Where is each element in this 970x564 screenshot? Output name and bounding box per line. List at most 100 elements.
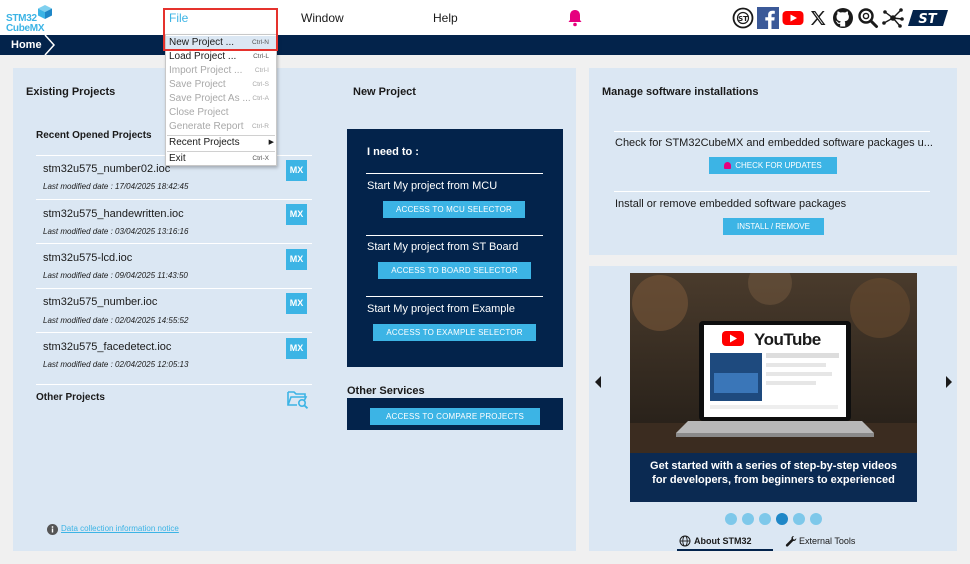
other-projects-title: Other Projects <box>36 392 105 403</box>
recent-project-name[interactable]: stm32u575_number02.ioc <box>43 163 170 175</box>
tab-about-label: About STM32 <box>694 536 752 546</box>
top-bar: STM32 CubeMX File Window Help ST ST <box>0 0 970 35</box>
menu-item-label: Generate Report <box>169 121 244 132</box>
carousel-dot[interactable] <box>725 513 737 525</box>
recent-project-date: Last modified date : 02/04/2025 12:05:13 <box>43 360 189 369</box>
menu-item-recent-projects[interactable]: Recent Projects ▶ <box>166 136 276 150</box>
existing-projects-title: Existing Projects <box>26 86 116 98</box>
check-updates-button[interactable]: CHECK FOR UPDATES <box>709 157 837 174</box>
data-collection-notice-link[interactable]: Data collection information notice <box>61 524 179 533</box>
new-project-box: I need to : Start My project from MCU AC… <box>347 129 563 367</box>
carousel-prev-arrow[interactable] <box>593 375 603 389</box>
menu-item-import-project[interactable]: Import Project ... Ctrl-I <box>166 64 276 78</box>
menu-item-label: Load Project ... <box>169 51 237 62</box>
recent-project-date: Last modified date : 03/04/2025 13:16:16 <box>43 227 189 236</box>
st-logo[interactable]: ST <box>907 7 949 29</box>
wrench-icon <box>785 535 797 547</box>
menu-item-label: Import Project ... <box>169 65 243 76</box>
video-thumbnail[interactable]: YouTube Get started with a series of ste… <box>630 273 917 502</box>
projects-panel: Existing Projects Recent Opened Projects… <box>13 68 576 551</box>
carousel-next-arrow[interactable] <box>944 375 954 389</box>
menu-item-save-project-as[interactable]: Save Project As ... Ctrl-A <box>166 92 276 106</box>
recent-project-name[interactable]: stm32u575_handewritten.ioc <box>43 208 184 220</box>
menu-item-label: Save Project As ... <box>169 93 251 104</box>
mcu-selector-button[interactable]: ACCESS TO MCU SELECTOR <box>383 201 525 218</box>
breadcrumb-arrow <box>44 35 56 55</box>
manage-software-title: Manage software installations <box>602 86 759 98</box>
file-menu-dropdown: New Project ... Ctrl-N Load Project ... … <box>165 34 277 166</box>
open-mx-button[interactable]: MX <box>286 160 307 181</box>
folder-search-icon[interactable] <box>287 389 309 409</box>
board-selector-button[interactable]: ACCESS TO BOARD SELECTOR <box>378 262 531 279</box>
start-from-example-label: Start My project from Example <box>367 303 515 315</box>
shortcut-label: Ctrl-X <box>252 155 269 162</box>
check-updates-label: CHECK FOR UPDATES <box>735 161 822 170</box>
carousel-panel: YouTube Get started with a series of ste… <box>589 266 957 551</box>
carousel-dot[interactable] <box>742 513 754 525</box>
menu-item-label: Exit <box>169 153 186 164</box>
other-services-title: Other Services <box>347 385 425 397</box>
caption-line-1: Get started with a series of step-by-ste… <box>650 460 897 472</box>
other-services-box: ACCESS TO COMPARE PROJECTS <box>347 398 563 430</box>
menu-item-exit[interactable]: Exit Ctrl-X <box>166 152 276 166</box>
shortcut-label: Ctrl-R <box>252 123 269 130</box>
recent-project-name[interactable]: stm32u575_facedetect.ioc <box>43 341 171 353</box>
need-to-label: I need to : <box>367 146 419 158</box>
github-icon[interactable] <box>832 7 854 29</box>
menu-item-label: Save Project <box>169 79 226 90</box>
open-mx-button[interactable]: MX <box>286 338 307 359</box>
menu-item-save-project[interactable]: Save Project Ctrl-S <box>166 78 276 92</box>
carousel-dot[interactable] <box>759 513 771 525</box>
carousel-dot[interactable] <box>793 513 805 525</box>
new-project-title: New Project <box>353 86 416 98</box>
recent-project-date: Last modified date : 09/04/2025 11:43:50 <box>43 271 188 280</box>
st-community-icon[interactable]: ST <box>732 7 754 29</box>
caption-line-2: for developers, from beginners to experi… <box>652 474 895 486</box>
menu-window[interactable]: Window <box>301 11 344 25</box>
open-mx-button[interactable]: MX <box>286 204 307 225</box>
recent-project-date: Last modified date : 02/04/2025 14:55:52 <box>43 316 189 325</box>
install-remove-text: Install or remove embedded software pack… <box>615 198 847 210</box>
home-page: Existing Projects Recent Opened Projects… <box>0 55 970 564</box>
facebook-icon[interactable] <box>757 7 779 29</box>
logo-text-line2: CubeMX <box>6 23 45 34</box>
divider <box>366 173 543 174</box>
svg-text:ST: ST <box>918 12 937 27</box>
divider <box>36 384 312 385</box>
carousel-dot[interactable] <box>810 513 822 525</box>
manage-software-panel: Manage software installations Check for … <box>589 68 957 255</box>
open-mx-button[interactable]: MX <box>286 293 307 314</box>
tab-external-label: External Tools <box>799 536 856 546</box>
info-icon <box>47 524 58 535</box>
bell-icon[interactable] <box>567 9 583 27</box>
example-selector-button[interactable]: ACCESS TO EXAMPLE SELECTOR <box>373 324 536 341</box>
compare-projects-button[interactable]: ACCESS TO COMPARE PROJECTS <box>370 408 540 425</box>
laptop-image <box>630 273 917 453</box>
recent-project-name[interactable]: stm32u575-lcd.ioc <box>43 252 132 264</box>
x-icon[interactable] <box>807 7 829 29</box>
menu-item-load-project[interactable]: Load Project ... Ctrl-L <box>166 50 276 64</box>
search-icon[interactable] <box>857 7 879 29</box>
open-mx-button[interactable]: MX <box>286 249 307 270</box>
carousel-dot-active[interactable] <box>776 513 788 525</box>
cube-icon <box>38 5 52 19</box>
install-remove-button[interactable]: INSTALL / REMOVE <box>723 218 824 235</box>
menu-file[interactable]: File <box>169 11 188 25</box>
start-from-board-label: Start My project from ST Board <box>367 241 519 253</box>
menu-item-generate-report[interactable]: Generate Report Ctrl-R <box>166 120 276 134</box>
menu-item-close-project[interactable]: Close Project <box>166 106 276 120</box>
menu-item-new-project[interactable]: New Project ... Ctrl-N <box>166 36 276 50</box>
breadcrumb: Home <box>0 35 970 55</box>
tab-about-stm32[interactable]: About STM32 <box>677 534 773 551</box>
divider <box>614 131 930 132</box>
submenu-arrow-icon: ▶ <box>268 139 274 146</box>
tab-external-tools[interactable]: External Tools <box>785 534 865 551</box>
recent-project-name[interactable]: stm32u575_number.ioc <box>43 296 157 308</box>
divider <box>366 235 543 236</box>
youtube-icon[interactable] <box>782 7 804 29</box>
recent-project-date: Last modified date : 17/04/2025 18:42:45 <box>43 182 189 191</box>
video-caption: Get started with a series of step-by-ste… <box>630 453 917 502</box>
start-from-mcu-label: Start My project from MCU <box>367 180 498 192</box>
network-icon[interactable] <box>882 7 904 29</box>
menu-help[interactable]: Help <box>433 11 458 25</box>
